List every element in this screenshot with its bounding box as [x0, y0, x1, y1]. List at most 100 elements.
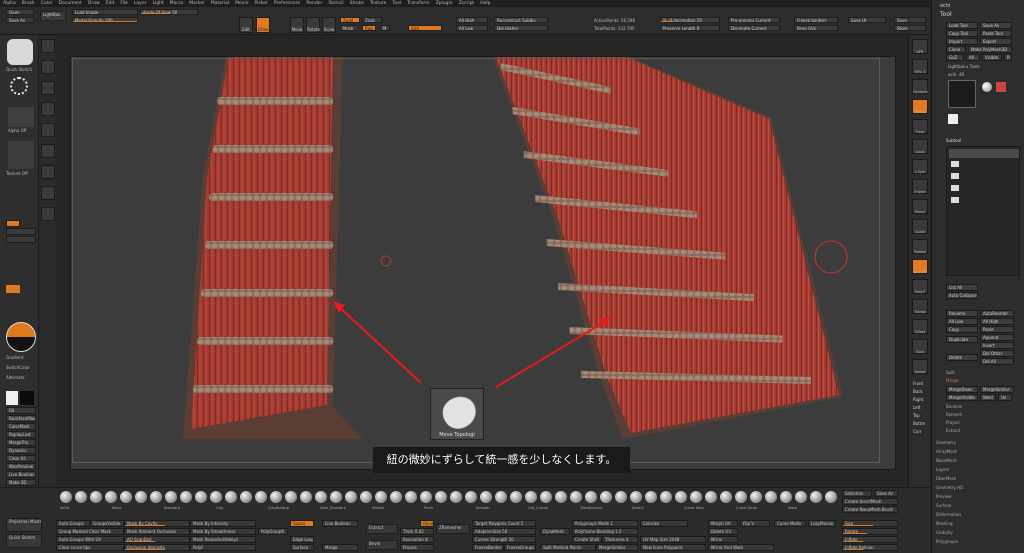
subtool-item-active[interactable] — [949, 149, 1019, 158]
section-deformation[interactable]: Deformation — [936, 512, 961, 517]
rightbar-solo[interactable]: Solo — [912, 339, 928, 354]
save-button[interactable]: Save — [894, 17, 926, 23]
brush-slot-icon[interactable] — [300, 491, 312, 503]
edit-button[interactable]: Edit — [239, 17, 253, 33]
section-masking[interactable]: Masking — [936, 521, 953, 526]
surface-button[interactable]: Surface — [290, 544, 314, 551]
split-masked-button[interactable]: Split Masked Points — [540, 544, 596, 551]
section-visibility[interactable]: Visibility — [936, 530, 953, 535]
color-mask-button[interactable]: ColorMask — [6, 423, 36, 430]
weld-button[interactable]: Weld — [980, 394, 996, 401]
brush-slot-icon[interactable] — [120, 491, 132, 503]
freeze-border-button[interactable]: FreezeBorder — [472, 544, 504, 551]
tool-icon-inflat[interactable] — [41, 144, 55, 158]
tool-icon-pinch[interactable] — [41, 165, 55, 179]
main-color-swatch[interactable] — [6, 391, 18, 405]
morph-uv-button[interactable]: Morph UV — [708, 520, 738, 527]
inflate-bottom-slider[interactable]: Inflate — [842, 536, 898, 543]
view-back[interactable]: Back — [913, 389, 923, 394]
project-section[interactable]: Project — [946, 420, 960, 425]
brush-slot-icon[interactable] — [810, 491, 822, 503]
current-tool-thumbnail[interactable] — [948, 80, 976, 108]
occlusion-intensity-slider[interactable]: Occlusion Intensity — [124, 544, 190, 551]
uv-button[interactable]: Uv — [998, 394, 1012, 401]
subtool-item-thumb-5[interactable] — [951, 197, 959, 203]
auto-reorder-button[interactable]: AutoReorder — [980, 310, 1014, 317]
all-button[interactable]: All — [966, 54, 980, 61]
tool-icon-claybuildup[interactable] — [41, 102, 55, 116]
thickness-slider[interactable]: Thickness 4 — [602, 536, 638, 543]
brush-slot-icon[interactable] — [180, 491, 192, 503]
tool-icon-dam-standard[interactable] — [41, 123, 55, 137]
menu-item-file[interactable]: File — [120, 1, 128, 6]
rightbar-move[interactable]: Move — [912, 199, 928, 214]
thick-slider[interactable]: Thick 0.02 — [400, 528, 434, 535]
subtool-item-thumb-4[interactable] — [951, 185, 959, 191]
freeze-borders-button[interactable]: Freeze borders — [794, 17, 838, 23]
paste-tool-button[interactable]: Paste Tool — [980, 30, 1012, 37]
rightbar-local[interactable]: Local — [912, 139, 928, 154]
menu-item-layer[interactable]: Layer — [134, 1, 147, 6]
view-bottm[interactable]: Bottm — [913, 421, 925, 426]
tool-icon-move[interactable] — [41, 39, 55, 53]
save-as-button[interactable]: Save As — [6, 17, 34, 23]
rename-button[interactable]: Rename — [946, 310, 978, 317]
menu-item-edit[interactable]: Edit — [106, 1, 115, 6]
brush-slot-icon[interactable] — [270, 491, 282, 503]
del-higher-button[interactable]: Del Higher — [494, 25, 548, 31]
lightbox-button[interactable]: LightBox — [40, 11, 66, 21]
brush-slot-icon[interactable] — [435, 491, 447, 503]
adaptive-size-slider[interactable]: AdaptiveSize 50 — [472, 528, 536, 535]
spans-slider[interactable]: Spans — [290, 520, 314, 527]
menu-item-light[interactable]: Light — [152, 1, 163, 6]
view-right[interactable]: Right — [913, 397, 924, 402]
menu-item-render[interactable]: Render — [306, 1, 322, 6]
menu-item-material[interactable]: Material — [211, 1, 229, 6]
brush-slot-icon[interactable] — [150, 491, 162, 503]
ao-scandist-slider[interactable]: AO ScanDist — [124, 536, 190, 543]
menu-item-zplugin[interactable]: Zplugin — [436, 1, 453, 6]
import-button[interactable]: Import — [946, 38, 978, 45]
menu-item-color[interactable]: Color — [41, 1, 53, 6]
delete-button[interactable]: Delete — [946, 354, 978, 361]
mask-by-smoothness-button[interactable]: Mask By Smoothness — [190, 528, 256, 535]
brush-slot-icon[interactable] — [255, 491, 267, 503]
create-shell-button[interactable]: Create Shell — [572, 536, 602, 543]
auto-groups-uv-button[interactable]: Auto Groups With UV — [56, 536, 124, 543]
brush-slot-icon[interactable] — [780, 491, 792, 503]
color-swatch-primary[interactable] — [6, 285, 20, 293]
del-other-button[interactable]: Del Other — [980, 350, 1014, 357]
view-left[interactable]: Left — [913, 405, 921, 410]
brush-slot-icon[interactable] — [315, 491, 327, 503]
brush-slot-icon[interactable] — [105, 491, 117, 503]
projection-master-button[interactable]: Projection Master — [6, 518, 42, 532]
tool-small-thumb[interactable] — [948, 114, 958, 124]
brush-slot-icon[interactable] — [675, 491, 687, 503]
tool-icon-standard[interactable] — [41, 60, 55, 74]
focal-shift-slider[interactable] — [6, 236, 36, 243]
brush-slot-icon[interactable] — [750, 491, 762, 503]
mask-ao-button[interactable]: Mask Ambient Occlusion — [124, 528, 190, 535]
duplicate-button[interactable]: Duplicate — [946, 336, 978, 343]
menu-item-texture[interactable]: Texture — [370, 1, 386, 6]
section-arraymesh[interactable]: ArrayMesh — [936, 449, 957, 454]
target-polygons-slider[interactable]: Target Polygons Count 5 — [472, 520, 536, 527]
brush-slot-icon[interactable] — [165, 491, 177, 503]
flip-v-button[interactable]: Flip V — [740, 520, 770, 527]
zsub-button[interactable]: Zsub — [362, 17, 382, 23]
store-button[interactable]: Store — [894, 25, 926, 31]
brush-slot-icon[interactable] — [630, 491, 642, 503]
zremesher-button[interactable]: ZRemesher — [436, 524, 470, 534]
lazymouse-button[interactable]: LazyMouse — [808, 520, 836, 527]
wax-preview-button[interactable]: WaxPreview — [6, 463, 36, 470]
copy-tool-button[interactable]: Copy Tool — [946, 30, 978, 37]
delete-uv-button[interactable]: Delete UV — [708, 528, 738, 535]
brush-slot-icon[interactable] — [465, 491, 477, 503]
save-ui-button[interactable]: Save UI — [848, 17, 886, 23]
curves-strength-slider[interactable]: Curves Strength 50 — [472, 536, 536, 543]
menu-item-document[interactable]: Document — [59, 1, 82, 6]
all-low-button[interactable]: All Low — [456, 25, 488, 31]
merge-tris-button[interactable]: MergeTris — [6, 439, 36, 446]
section-fibermesh[interactable]: FiberMesh — [936, 476, 956, 481]
backface-mask-button[interactable]: BackfaceMask — [6, 415, 36, 422]
